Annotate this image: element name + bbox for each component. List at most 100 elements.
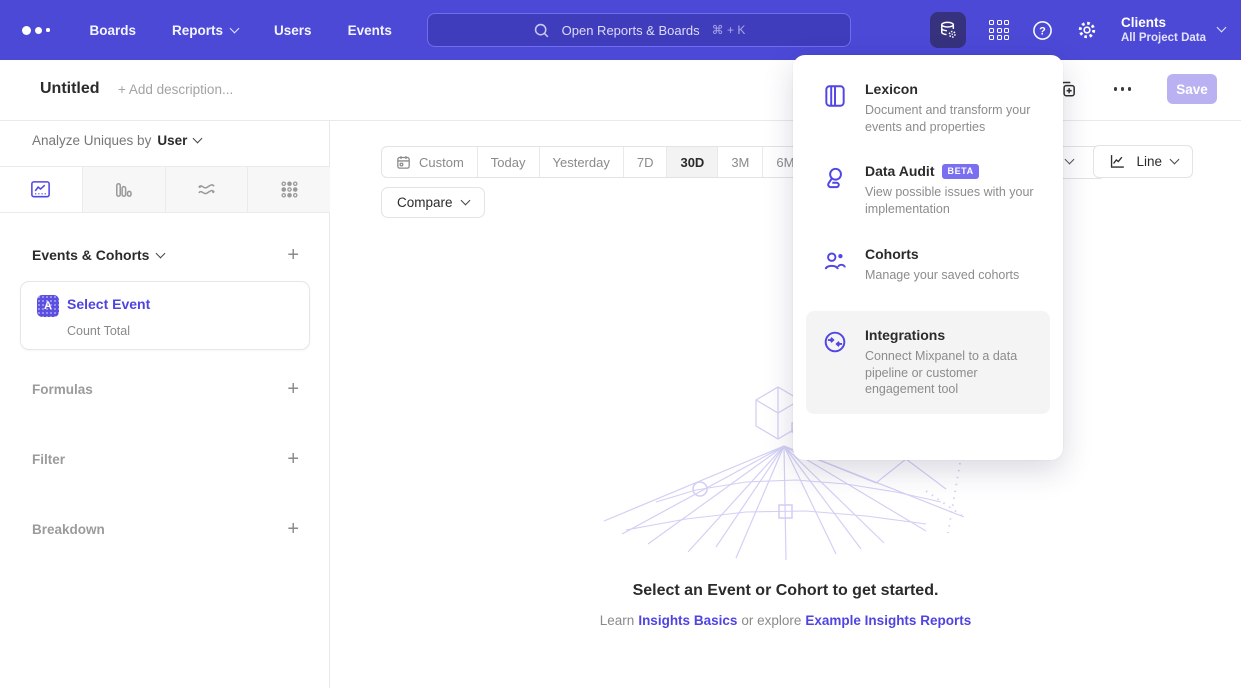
- nav-label: Reports: [172, 23, 223, 38]
- breakdown-section: Breakdown +: [32, 519, 299, 539]
- add-event-button[interactable]: +: [287, 245, 299, 265]
- lexicon-book-icon: [822, 83, 848, 109]
- select-event-label[interactable]: Select Event: [67, 296, 150, 312]
- menu-item-data-audit[interactable]: Data Audit BETA View possible issues with…: [806, 163, 1050, 217]
- breakdown-label: Breakdown: [32, 522, 105, 537]
- nav-item-events[interactable]: Events: [348, 23, 392, 38]
- menu-description: View possible issues with your implement…: [865, 184, 1041, 217]
- query-builder-sidebar: Analyze Uniques by User: [0, 121, 330, 688]
- range-yesterday[interactable]: Yesterday: [539, 147, 623, 177]
- menu-item-cohorts[interactable]: Cohorts Manage your saved cohorts: [806, 246, 1050, 284]
- range-today[interactable]: Today: [477, 147, 539, 177]
- data-audit-magnifier-icon: [822, 165, 848, 191]
- chevron-down-icon: [193, 134, 203, 144]
- metric-grid-icon: [278, 178, 301, 201]
- tab-stacked-chart[interactable]: [166, 167, 249, 212]
- search-placeholder: Open Reports & Boards: [562, 23, 700, 38]
- menu-title: Data Audit: [865, 163, 934, 179]
- project-switcher[interactable]: Clients All Project Data: [1121, 14, 1225, 46]
- save-button[interactable]: Save: [1167, 74, 1217, 104]
- global-search-input[interactable]: Open Reports & Boards ⌘ + K: [427, 13, 851, 47]
- chevron-down-icon: [460, 196, 470, 206]
- report-canvas: Custom Today Yesterday 7D 30D 3M 6M Comp…: [330, 121, 1241, 688]
- tab-metric-chart[interactable]: [248, 167, 330, 212]
- project-name: All Project Data: [1121, 31, 1206, 46]
- empty-state-links: Learn Insights Basics or explore Example…: [330, 613, 1241, 628]
- example-reports-link[interactable]: Example Insights Reports: [805, 613, 971, 628]
- beta-badge: BETA: [942, 164, 978, 179]
- chart-type-tabs: [0, 166, 330, 213]
- database-gear-icon: [937, 19, 959, 41]
- nav-label: Users: [274, 23, 312, 38]
- formulas-label: Formulas: [32, 382, 93, 397]
- events-cohorts-dropdown[interactable]: Events & Cohorts: [32, 247, 164, 263]
- add-formula-button[interactable]: +: [287, 379, 299, 399]
- settings-button[interactable]: [1076, 19, 1098, 41]
- menu-title: Integrations: [865, 327, 945, 343]
- org-name: Clients: [1121, 14, 1206, 32]
- date-range-control: Custom Today Yesterday 7D 30D 3M 6M: [381, 146, 808, 178]
- chevron-down-icon: [1170, 155, 1180, 165]
- nav-item-boards[interactable]: Boards: [90, 23, 137, 38]
- data-management-menu: Lexicon Document and transform your even…: [793, 55, 1063, 460]
- compare-dropdown[interactable]: Compare: [381, 187, 485, 218]
- menu-description: Manage your saved cohorts: [865, 267, 1019, 284]
- integrations-sync-icon: [822, 329, 848, 355]
- menu-description: Connect Mixpanel to a data pipeline or c…: [865, 348, 1041, 398]
- range-custom[interactable]: Custom: [382, 147, 477, 177]
- add-breakdown-button[interactable]: +: [287, 519, 299, 539]
- insights-basics-link[interactable]: Insights Basics: [638, 613, 737, 628]
- app-window: Boards Reports Users Events Open Reports…: [0, 0, 1241, 688]
- nav-item-users[interactable]: Users: [274, 23, 312, 38]
- range-7d[interactable]: 7D: [623, 147, 667, 177]
- line-chart-icon: [29, 178, 52, 201]
- chevron-down-icon: [230, 23, 240, 33]
- help-button[interactable]: ?: [1032, 20, 1053, 41]
- events-cohorts-header: Events & Cohorts +: [32, 245, 299, 265]
- chevron-down-icon: [156, 248, 166, 258]
- svg-text:?: ?: [1039, 25, 1046, 37]
- select-event-card[interactable]: A Select Event Count Total: [20, 281, 310, 350]
- chart-style-dropdown[interactable]: Line: [1093, 145, 1193, 178]
- filter-label: Filter: [32, 452, 65, 467]
- range-3m[interactable]: 3M: [717, 147, 762, 177]
- nav-label: Boards: [90, 23, 137, 38]
- range-30d-selected[interactable]: 30D: [666, 147, 717, 177]
- menu-item-lexicon[interactable]: Lexicon Document and transform your even…: [806, 81, 1050, 135]
- chevron-down-icon: [1217, 23, 1227, 33]
- report-title[interactable]: Untitled: [40, 80, 100, 98]
- top-navigation-bar: Boards Reports Users Events Open Reports…: [0, 0, 1241, 60]
- line-style-icon: [1108, 152, 1127, 171]
- nav-label: Events: [348, 23, 392, 38]
- tab-bar-chart[interactable]: [83, 167, 166, 212]
- empty-state-heading: Select an Event or Cohort to get started…: [330, 582, 1241, 600]
- apps-grid-button[interactable]: [989, 20, 1009, 40]
- analyze-by-dropdown[interactable]: User: [157, 133, 201, 148]
- mixpanel-logo-icon[interactable]: [22, 26, 50, 35]
- analyze-prefix: Analyze Uniques by: [32, 133, 151, 148]
- add-filter-button[interactable]: +: [287, 449, 299, 469]
- learn-prefix: Learn: [600, 613, 635, 628]
- event-letter-badge: A: [37, 295, 59, 317]
- menu-description: Document and transform your events and p…: [865, 102, 1041, 135]
- more-options-button[interactable]: [1114, 87, 1132, 91]
- cohorts-people-icon: [822, 248, 848, 274]
- data-management-button[interactable]: [930, 12, 966, 48]
- middle-text: or explore: [741, 613, 801, 628]
- stacked-flow-icon: [195, 178, 218, 201]
- nav-item-reports[interactable]: Reports: [172, 23, 238, 38]
- menu-title: Lexicon: [865, 81, 918, 97]
- report-description-placeholder[interactable]: + Add description...: [118, 82, 233, 97]
- filter-section: Filter +: [32, 449, 299, 469]
- bar-chart-icon: [112, 178, 135, 201]
- count-total-label[interactable]: Count Total: [67, 324, 130, 338]
- menu-item-integrations[interactable]: Integrations Connect Mixpanel to a data …: [806, 311, 1050, 414]
- grid-icon: [989, 20, 1009, 40]
- gear-icon: [1076, 19, 1098, 41]
- tab-line-chart[interactable]: [0, 167, 83, 212]
- search-shortcut: ⌘ + K: [712, 23, 746, 37]
- calendar-icon: [395, 154, 412, 171]
- search-icon: [533, 22, 550, 39]
- help-icon: ?: [1032, 20, 1053, 41]
- analyze-uniques-row: Analyze Uniques by User: [32, 133, 201, 148]
